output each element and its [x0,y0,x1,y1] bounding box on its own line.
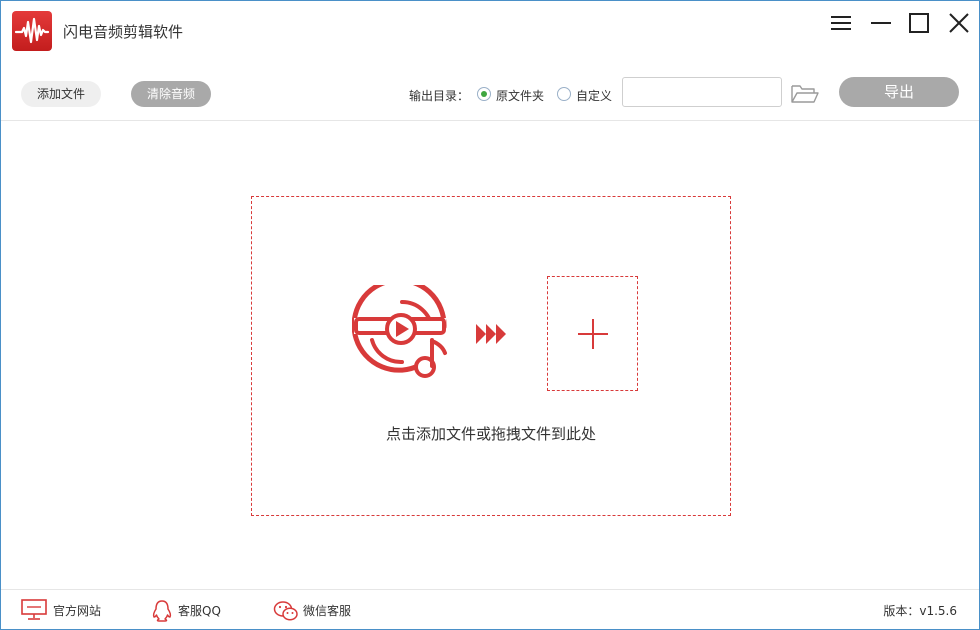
radio-custom-folder[interactable] [557,87,571,101]
clear-audio-button[interactable]: 清除音频 [131,81,211,107]
radio-original-folder[interactable] [477,87,491,101]
version-label: 版本：v1.5.6 [883,604,957,618]
qq-penguin-icon [152,600,172,622]
export-button[interactable]: 导出 [839,77,959,107]
close-icon [949,13,969,33]
menu-button[interactable] [823,9,859,37]
radio-custom-folder-label[interactable]: 自定义 [576,87,612,104]
wechat-icon [273,601,298,621]
app-title: 闪电音频剪辑软件 [63,23,184,41]
support-qq-label[interactable]: 客服QQ [178,602,221,619]
title-bar[interactable]: 闪电音频剪辑软件 [1,1,979,61]
drop-hint-text: 点击添加文件或拖拽文件到此处 [385,425,596,443]
browse-folder-button[interactable] [789,80,821,106]
file-drop-zone[interactable]: 点击添加文件或拖拽文件到此处 [251,196,731,516]
wechat-support-link[interactable]: 微信客服 [273,590,363,630]
minimize-icon [871,22,891,24]
folder-open-icon [791,85,819,103]
official-website-link[interactable]: 官方网站 [21,590,111,630]
monitor-icon [21,599,47,620]
wechat-support-label[interactable]: 微信客服 [303,602,351,619]
add-file-box[interactable] [547,276,638,391]
toolbar: 添加文件 清除音频 输出目录： 原文件夹 自定义 导出 [1,61,979,121]
maximize-icon [909,13,929,33]
waveform-logo-icon [12,11,52,51]
fast-forward-arrows-icon [476,324,506,344]
maximize-button[interactable] [901,9,937,37]
official-website-label[interactable]: 官方网站 [53,602,101,619]
radio-original-folder-label[interactable]: 原文件夹 [496,87,544,104]
plus-icon [578,319,608,349]
minimize-button[interactable] [863,9,899,37]
output-path-input[interactable] [622,77,782,107]
hamburger-menu-icon [831,16,851,30]
output-dir-label: 输出目录： [409,89,470,103]
close-button[interactable] [941,9,977,37]
app-window: 闪电音频剪辑软件 添加文件 清除音频 输出目录： 原文件夹 自定义 导出 点击添… [0,0,980,630]
support-qq-link[interactable]: 客服QQ [151,590,231,630]
video-music-disc-icon [352,285,447,378]
footer: 官方网站 客服QQ 微信客服 版本：v1.5.6 [1,589,979,629]
add-file-button[interactable]: 添加文件 [21,81,101,107]
